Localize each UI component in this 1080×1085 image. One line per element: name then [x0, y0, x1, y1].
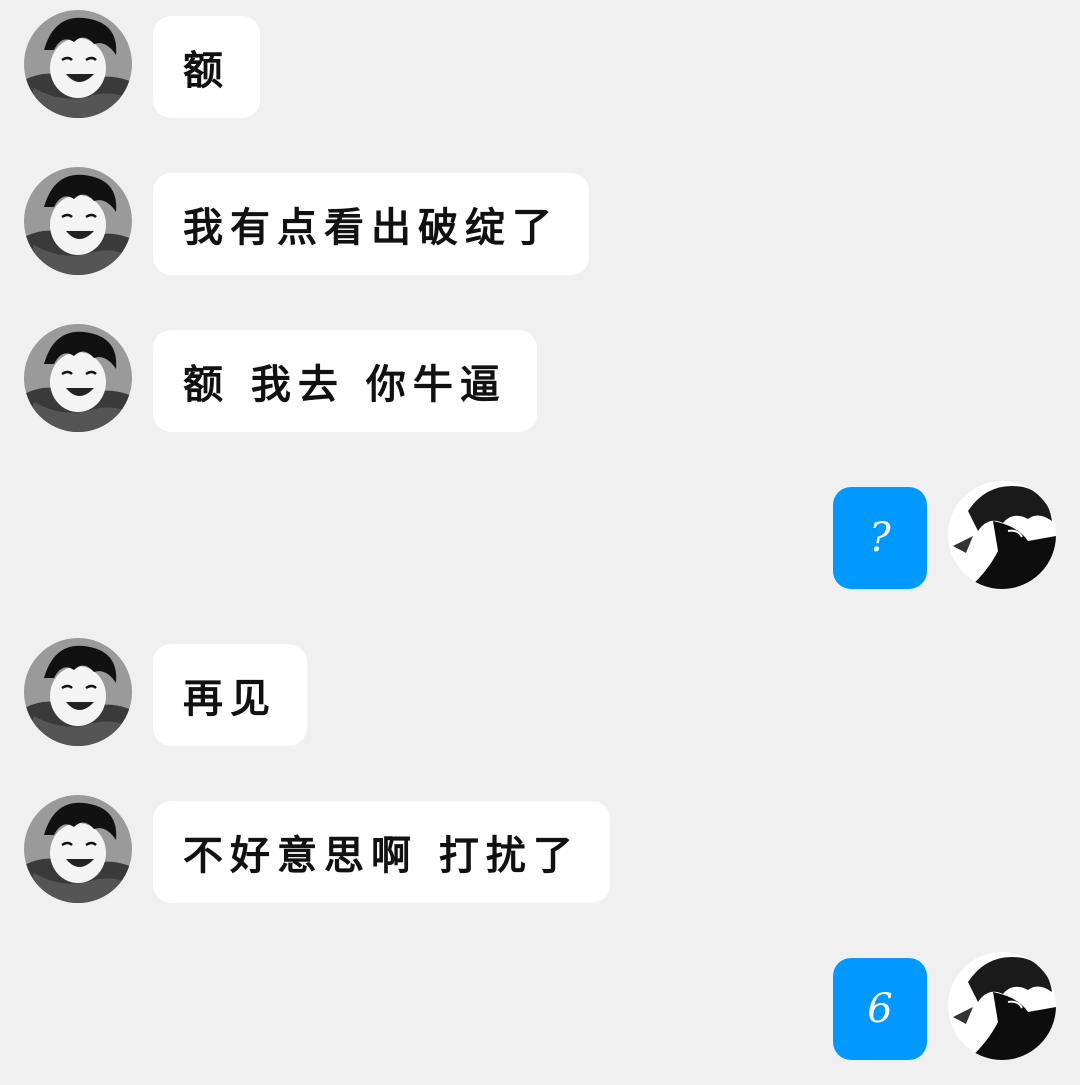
contact-avatar-icon[interactable]: [24, 638, 132, 746]
message-bubble-outgoing[interactable]: ?: [833, 487, 927, 589]
message-bubble[interactable]: 再见: [153, 644, 307, 746]
message-text: 额: [183, 48, 230, 94]
message-bubble-outgoing[interactable]: 6: [833, 958, 927, 1060]
message-row-outgoing: ?: [0, 481, 1080, 589]
contact-avatar-icon[interactable]: [24, 795, 132, 903]
contact-avatar-icon[interactable]: [24, 167, 132, 275]
message-bubble[interactable]: 额: [153, 16, 260, 118]
contact-avatar-icon[interactable]: [24, 10, 132, 118]
contact-avatar-icon[interactable]: [24, 324, 132, 432]
user-avatar-icon[interactable]: [948, 481, 1056, 589]
message-bubble[interactable]: 额 我去 你牛逼: [153, 330, 537, 432]
message-text: 我有点看出破绽了: [183, 205, 559, 251]
message-row-incoming: 再见: [0, 638, 1080, 746]
message-text: 不好意思啊 打扰了: [183, 833, 580, 879]
message-row-incoming: 额: [0, 10, 1080, 118]
message-row-outgoing: 6: [0, 952, 1080, 1060]
message-text: ?: [869, 515, 891, 561]
message-bubble[interactable]: 我有点看出破绽了: [153, 173, 589, 275]
message-text: 再见: [183, 676, 277, 722]
message-row-incoming: 不好意思啊 打扰了: [0, 795, 1080, 903]
message-row-incoming: 额 我去 你牛逼: [0, 324, 1080, 432]
user-avatar-icon[interactable]: [948, 952, 1056, 1060]
message-bubble[interactable]: 不好意思啊 打扰了: [153, 801, 610, 903]
message-text: 6: [867, 986, 893, 1032]
message-row-incoming: 我有点看出破绽了: [0, 167, 1080, 275]
message-text: 额 我去 你牛逼: [183, 362, 507, 408]
